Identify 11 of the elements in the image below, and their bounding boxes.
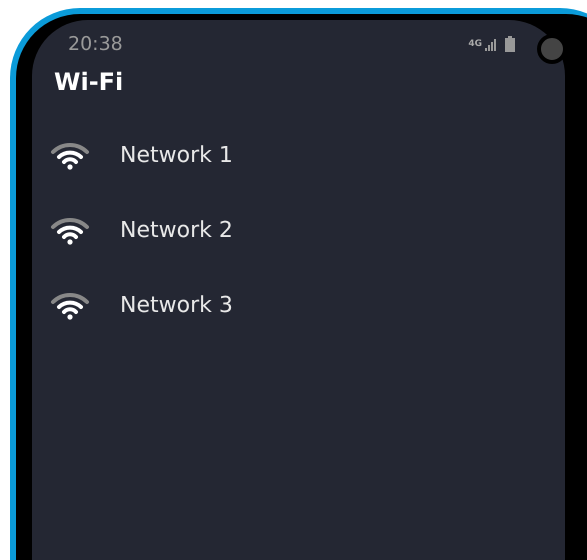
wifi-icon bbox=[50, 290, 90, 320]
signal-icon bbox=[483, 37, 497, 51]
network-item[interactable]: Network 1 bbox=[32, 118, 565, 193]
wifi-icon bbox=[50, 140, 90, 170]
page-title: Wi-Fi bbox=[53, 67, 124, 98]
network-item[interactable]: Network 3 bbox=[32, 268, 565, 343]
wifi-icon bbox=[50, 216, 90, 246]
battery-icon bbox=[505, 36, 515, 52]
status-time: 20:38 bbox=[68, 32, 123, 57]
network-type: 4G bbox=[468, 40, 482, 48]
network-item[interactable]: Network 2 bbox=[32, 193, 565, 268]
